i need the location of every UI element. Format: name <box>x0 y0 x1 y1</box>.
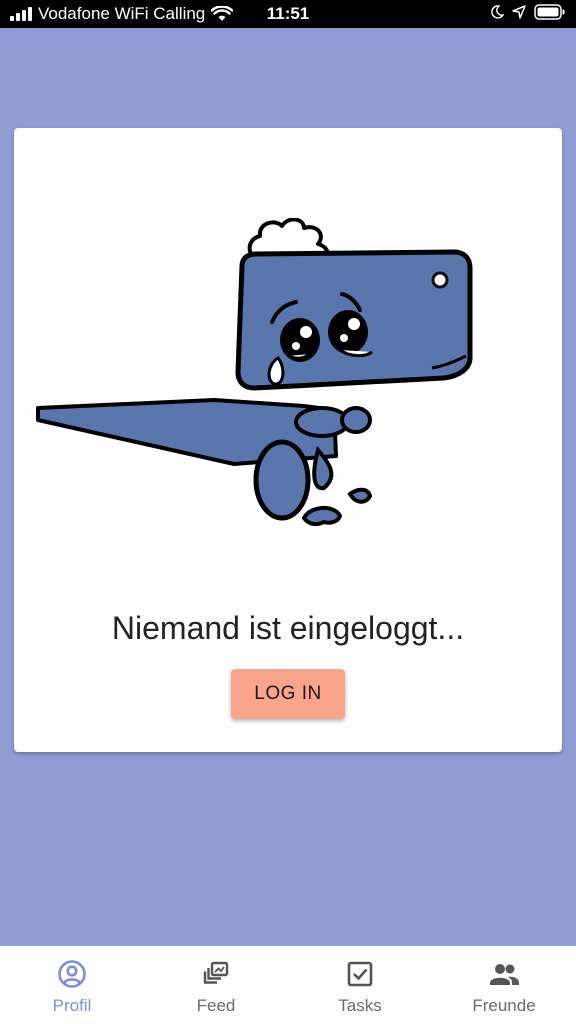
status-bar: Vodafone WiFi Calling 11:51 <box>0 0 576 28</box>
nav-label-freunde: Freunde <box>472 996 536 1015</box>
moon-icon <box>491 5 504 19</box>
battery-icon <box>534 4 565 20</box>
bottom-navigation: Profil Feed Tasks Freunde <box>0 946 576 1024</box>
login-card: Niemand ist eingeloggt... LOG IN <box>14 128 562 752</box>
sad-dino-illustration <box>36 218 473 527</box>
status-right <box>490 4 566 20</box>
nav-item-freunde[interactable]: Freunde <box>432 946 576 1024</box>
feed-icon <box>200 958 232 990</box>
nav-item-tasks[interactable]: Tasks <box>288 946 432 1024</box>
nav-item-feed[interactable]: Feed <box>144 946 288 1024</box>
friends-icon <box>488 958 520 990</box>
not-logged-in-message: Niemand ist eingeloggt... <box>111 610 465 646</box>
nav-label-tasks: Tasks <box>338 996 382 1015</box>
login-button[interactable]: LOG IN <box>231 669 345 719</box>
profile-icon <box>56 958 88 990</box>
location-arrow-icon <box>512 5 526 19</box>
nav-item-profil[interactable]: Profil <box>0 946 144 1024</box>
nav-label-feed: Feed <box>196 996 236 1015</box>
tasks-checkbox-icon <box>344 958 376 990</box>
nav-label-profil: Profil <box>52 996 92 1015</box>
